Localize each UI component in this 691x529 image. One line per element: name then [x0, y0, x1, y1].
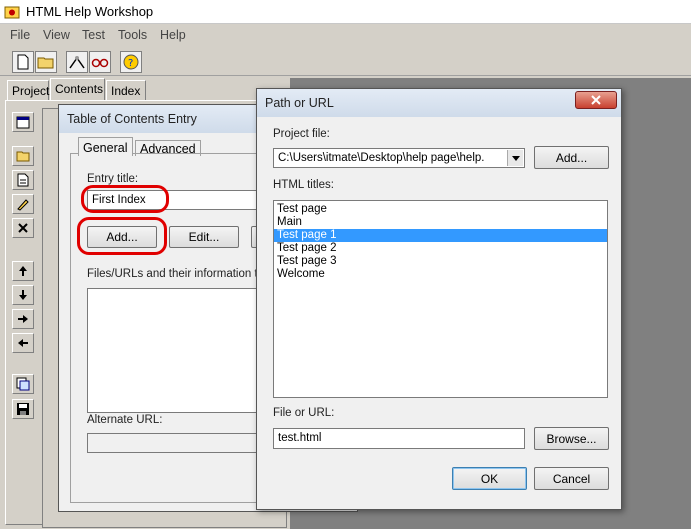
- path-dialog-title: Path or URL: [265, 96, 334, 110]
- highlight-add-button: [77, 217, 167, 255]
- path-url-dialog: Path or URL Project file: C:\Users\itmat…: [256, 88, 622, 510]
- file-url-label: File or URL:: [273, 407, 335, 419]
- move-up-icon[interactable]: [12, 261, 34, 281]
- chevron-down-icon[interactable]: [507, 150, 523, 166]
- toc-dialog-title: Table of Contents Entry: [67, 112, 197, 126]
- list-item-selected[interactable]: Test page 1: [274, 229, 607, 242]
- app-title: HTML Help Workshop: [26, 4, 154, 19]
- menu-file[interactable]: File: [10, 28, 30, 42]
- compile-icon[interactable]: [66, 51, 88, 73]
- list-item[interactable]: Test page 2: [274, 242, 607, 255]
- insert-heading-icon[interactable]: [12, 146, 34, 166]
- move-down-icon[interactable]: [12, 285, 34, 305]
- move-right-icon[interactable]: [12, 309, 34, 329]
- cancel-button[interactable]: Cancel: [534, 467, 609, 490]
- view-icon[interactable]: [89, 51, 111, 73]
- tab-general[interactable]: General: [78, 137, 133, 156]
- list-item[interactable]: Welcome: [274, 268, 607, 281]
- highlight-entry-title: [81, 185, 169, 213]
- view-html-icon[interactable]: [12, 374, 34, 394]
- path-dialog-titlebar: Path or URL: [257, 89, 621, 117]
- file-url-input[interactable]: test.html: [273, 428, 525, 449]
- help-icon[interactable]: ?: [120, 51, 142, 73]
- project-file-select[interactable]: C:\Users\itmate\Desktop\help page\help.: [273, 148, 525, 168]
- browse-button[interactable]: Browse...: [534, 427, 609, 450]
- entry-title-label: Entry title:: [87, 173, 139, 185]
- list-item[interactable]: Main: [274, 216, 607, 229]
- toolbar: ?: [0, 46, 691, 76]
- tab-index[interactable]: Index: [106, 80, 146, 100]
- project-add-button[interactable]: Add...: [534, 146, 609, 169]
- svg-text:?: ?: [128, 58, 133, 69]
- ok-button[interactable]: OK: [452, 467, 527, 490]
- menu-bar: File View Test Tools Help: [0, 24, 691, 46]
- toc-edit-button[interactable]: Edit...: [169, 226, 239, 248]
- delete-entry-icon[interactable]: [12, 218, 34, 238]
- close-icon: [591, 95, 601, 105]
- project-file-label: Project file:: [273, 128, 330, 140]
- list-item[interactable]: Test page: [274, 203, 607, 216]
- list-item[interactable]: Test page 3: [274, 255, 607, 268]
- tab-project[interactable]: Project: [7, 80, 49, 100]
- html-titles-label: HTML titles:: [273, 179, 334, 191]
- new-file-icon[interactable]: [12, 51, 34, 73]
- menu-view[interactable]: View: [43, 28, 70, 42]
- menu-tools[interactable]: Tools: [118, 28, 147, 42]
- move-left-icon[interactable]: [12, 333, 34, 353]
- menu-test[interactable]: Test: [82, 28, 105, 42]
- open-folder-icon[interactable]: [35, 51, 57, 73]
- title-bar: HTML Help Workshop: [0, 0, 691, 24]
- toc-properties-icon[interactable]: [12, 112, 34, 132]
- files-urls-label: Files/URLs and their information typ: [87, 268, 270, 280]
- insert-page-icon[interactable]: [12, 170, 34, 190]
- alternate-url-label: Alternate URL:: [87, 414, 163, 426]
- save-file-icon[interactable]: [12, 399, 34, 419]
- tab-contents[interactable]: Contents: [50, 78, 105, 100]
- edit-entry-icon[interactable]: [12, 194, 34, 214]
- tab-advanced[interactable]: Advanced: [135, 140, 201, 156]
- html-titles-list[interactable]: Test page Main Test page 1 Test page 2 T…: [273, 200, 608, 398]
- app-icon: [4, 6, 20, 19]
- menu-help[interactable]: Help: [160, 28, 186, 42]
- close-button[interactable]: [575, 91, 617, 109]
